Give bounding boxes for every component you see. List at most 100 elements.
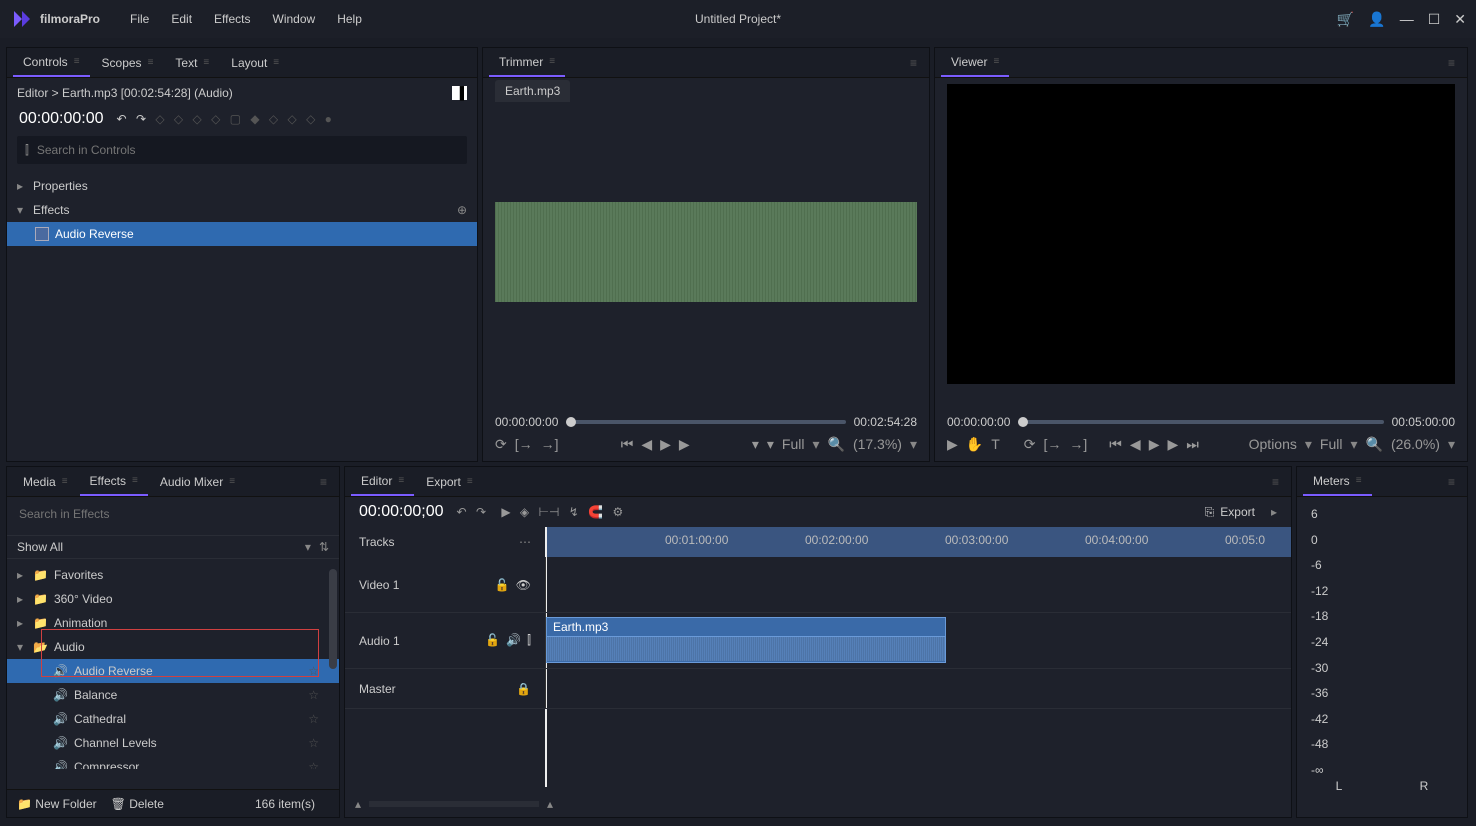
zoom-out-icon[interactable]: ▴ (355, 797, 361, 811)
maximize-icon[interactable]: ☐ (1428, 11, 1441, 28)
tab-viewer[interactable]: Viewer≡ (941, 49, 1009, 77)
tab-export[interactable]: Export≡ (416, 469, 483, 495)
effect-compressor[interactable]: 🔊Compressor☆ (7, 755, 339, 769)
effects-scrollbar[interactable] (329, 569, 337, 669)
tab-media[interactable]: Media≡ (13, 469, 78, 495)
add-effect-icon[interactable]: ⊕ (457, 203, 467, 217)
lock-icon[interactable]: 🔓 (485, 633, 500, 648)
timeline-zoom-slider[interactable] (369, 801, 539, 807)
zoom-icon[interactable]: 🔍 (828, 436, 845, 453)
insert-icon[interactable]: ▾ (752, 436, 759, 453)
text-tool-icon[interactable]: T (991, 436, 1000, 452)
controls-timecode[interactable]: 00:00:00:00 (19, 110, 104, 128)
select-tool-icon[interactable]: ▶ (501, 505, 510, 519)
play-icon[interactable]: ▶ (1149, 436, 1160, 453)
filter-icon[interactable]: ⫿ (25, 143, 29, 158)
magnet-icon[interactable]: 🧲 (588, 505, 603, 519)
lock-icon[interactable]: 🔓 (495, 578, 510, 592)
menu-effects[interactable]: Effects (214, 12, 250, 26)
track-audio-1[interactable]: Audio 1🔓🔊⫿ Earth.mp3 (345, 613, 1291, 669)
redo-icon[interactable]: ↷ (476, 505, 486, 519)
favorite-star-icon[interactable]: ☆ (308, 736, 319, 750)
minimize-icon[interactable]: — (1400, 11, 1414, 27)
kf-icon6[interactable]: ◇ (306, 112, 315, 126)
viewer-scrubber[interactable] (1018, 420, 1383, 424)
tracks-header[interactable]: Tracks⋯ (345, 527, 545, 557)
select-tool-icon[interactable]: ▶ (947, 436, 958, 453)
folder-audio[interactable]: ▾📂Audio (7, 635, 339, 659)
panel-menu-icon[interactable]: ≡ (1442, 50, 1461, 76)
close-icon[interactable]: ✕ (1454, 11, 1466, 28)
out-icon[interactable]: →] (1069, 436, 1087, 452)
track-video-1[interactable]: Video 1🔓👁 (345, 557, 1291, 613)
folder-animation[interactable]: ▸📁Animation (7, 611, 339, 635)
kf-next-icon[interactable]: ◇ (193, 112, 202, 126)
menu-edit[interactable]: Edit (171, 12, 192, 26)
loop-icon[interactable]: ⟳ (495, 436, 507, 453)
favorite-star-icon[interactable]: ☆ (308, 688, 319, 702)
user-icon[interactable]: 👤 (1368, 11, 1385, 28)
eye-icon[interactable]: 👁 (516, 578, 531, 592)
go-end-icon[interactable]: ⏭ (1186, 436, 1199, 453)
kf-icon[interactable]: ◇ (174, 112, 183, 126)
folder-360-video[interactable]: ▸📁360° Video (7, 587, 339, 611)
tab-layout[interactable]: Layout≡ (221, 50, 289, 76)
favorite-star-icon[interactable]: ☆ (308, 664, 319, 678)
kf-stop-icon[interactable]: ▢ (230, 112, 241, 126)
effect-balance[interactable]: 🔊Balance☆ (7, 683, 339, 707)
tab-scopes[interactable]: Scopes≡ (92, 50, 164, 76)
effects-search-input[interactable] (17, 503, 329, 525)
redo-icon[interactable]: ↷ (136, 112, 146, 126)
controls-search[interactable]: ⫿ (17, 136, 467, 164)
menu-file[interactable]: File (130, 12, 149, 26)
compare-icon[interactable]: ▐ (452, 86, 467, 100)
tab-text[interactable]: Text≡ (165, 50, 219, 76)
trimmer-scrubber[interactable] (566, 420, 845, 424)
step-fwd-icon[interactable]: ▶ (1167, 436, 1178, 453)
undo-icon[interactable]: ↶ (457, 505, 467, 519)
overwrite-icon[interactable]: ▾ (767, 436, 774, 453)
viewer-zoom-full[interactable]: Full (1320, 436, 1343, 452)
folder-favorites[interactable]: ▸📁Favorites (7, 563, 339, 587)
mute-icon[interactable]: 🔊 (506, 633, 521, 648)
lock-icon[interactable]: 🔒 (516, 682, 531, 696)
tab-meters[interactable]: Meters≡ (1303, 468, 1372, 496)
new-folder-button[interactable]: 📁 New Folder (17, 797, 97, 811)
menu-window[interactable]: Window (273, 12, 316, 26)
panel-menu-icon[interactable]: ≡ (314, 469, 333, 495)
menu-help[interactable]: Help (337, 12, 362, 26)
step-back-icon[interactable]: ◀ (1130, 436, 1141, 453)
favorite-star-icon[interactable]: ☆ (308, 712, 319, 726)
panel-menu-icon[interactable]: ≡ (1266, 469, 1285, 495)
in-icon[interactable]: [→ (515, 436, 533, 452)
out-icon[interactable]: →] (541, 436, 559, 452)
snap-tool-icon[interactable]: ⊢⊣ (539, 505, 560, 519)
delete-button[interactable]: 🗑 Delete (111, 797, 164, 811)
tab-controls[interactable]: Controls≡ (13, 49, 90, 77)
hand-tool-icon[interactable]: ✋ (966, 436, 983, 453)
effect-audio-reverse[interactable]: 🔊Audio Reverse☆ (7, 659, 339, 683)
kf-rec-icon[interactable]: ● (325, 112, 332, 126)
controls-search-input[interactable] (37, 143, 459, 157)
tree-properties[interactable]: ▸Properties (7, 174, 477, 198)
solo-icon[interactable]: ⫿ (527, 633, 531, 648)
export-button[interactable]: ⎘Export▸ (1205, 505, 1277, 520)
timeline-clip-earth[interactable]: Earth.mp3 (546, 617, 946, 663)
trimmer-clip-tab[interactable]: Earth.mp3 (495, 80, 570, 102)
tab-editor[interactable]: Editor≡ (351, 468, 414, 496)
undo-icon[interactable]: ↶ (117, 112, 127, 126)
favorite-star-icon[interactable]: ☆ (308, 760, 319, 769)
slip-tool-icon[interactable]: ↯ (569, 505, 579, 519)
tab-trimmer[interactable]: Trimmer≡ (489, 49, 565, 77)
cart-icon[interactable]: 🛒 (1337, 11, 1354, 28)
play-icon[interactable]: ▶ (660, 436, 671, 453)
trimmer-waveform[interactable] (495, 202, 917, 302)
loop-icon[interactable]: ⟳ (1024, 436, 1036, 453)
timeline-ruler[interactable]: 00:01:00:00 00:02:00:00 00:03:00:00 00:0… (545, 527, 1291, 557)
tab-audio-mixer[interactable]: Audio Mixer≡ (150, 469, 245, 495)
zoom-full[interactable]: Full (782, 436, 805, 452)
go-start-icon[interactable]: ⏮ (1109, 436, 1122, 453)
panel-menu-icon[interactable]: ≡ (1442, 469, 1461, 495)
kf-prev-icon[interactable]: ◇ (155, 112, 164, 126)
tab-effects[interactable]: Effects≡ (80, 468, 148, 496)
